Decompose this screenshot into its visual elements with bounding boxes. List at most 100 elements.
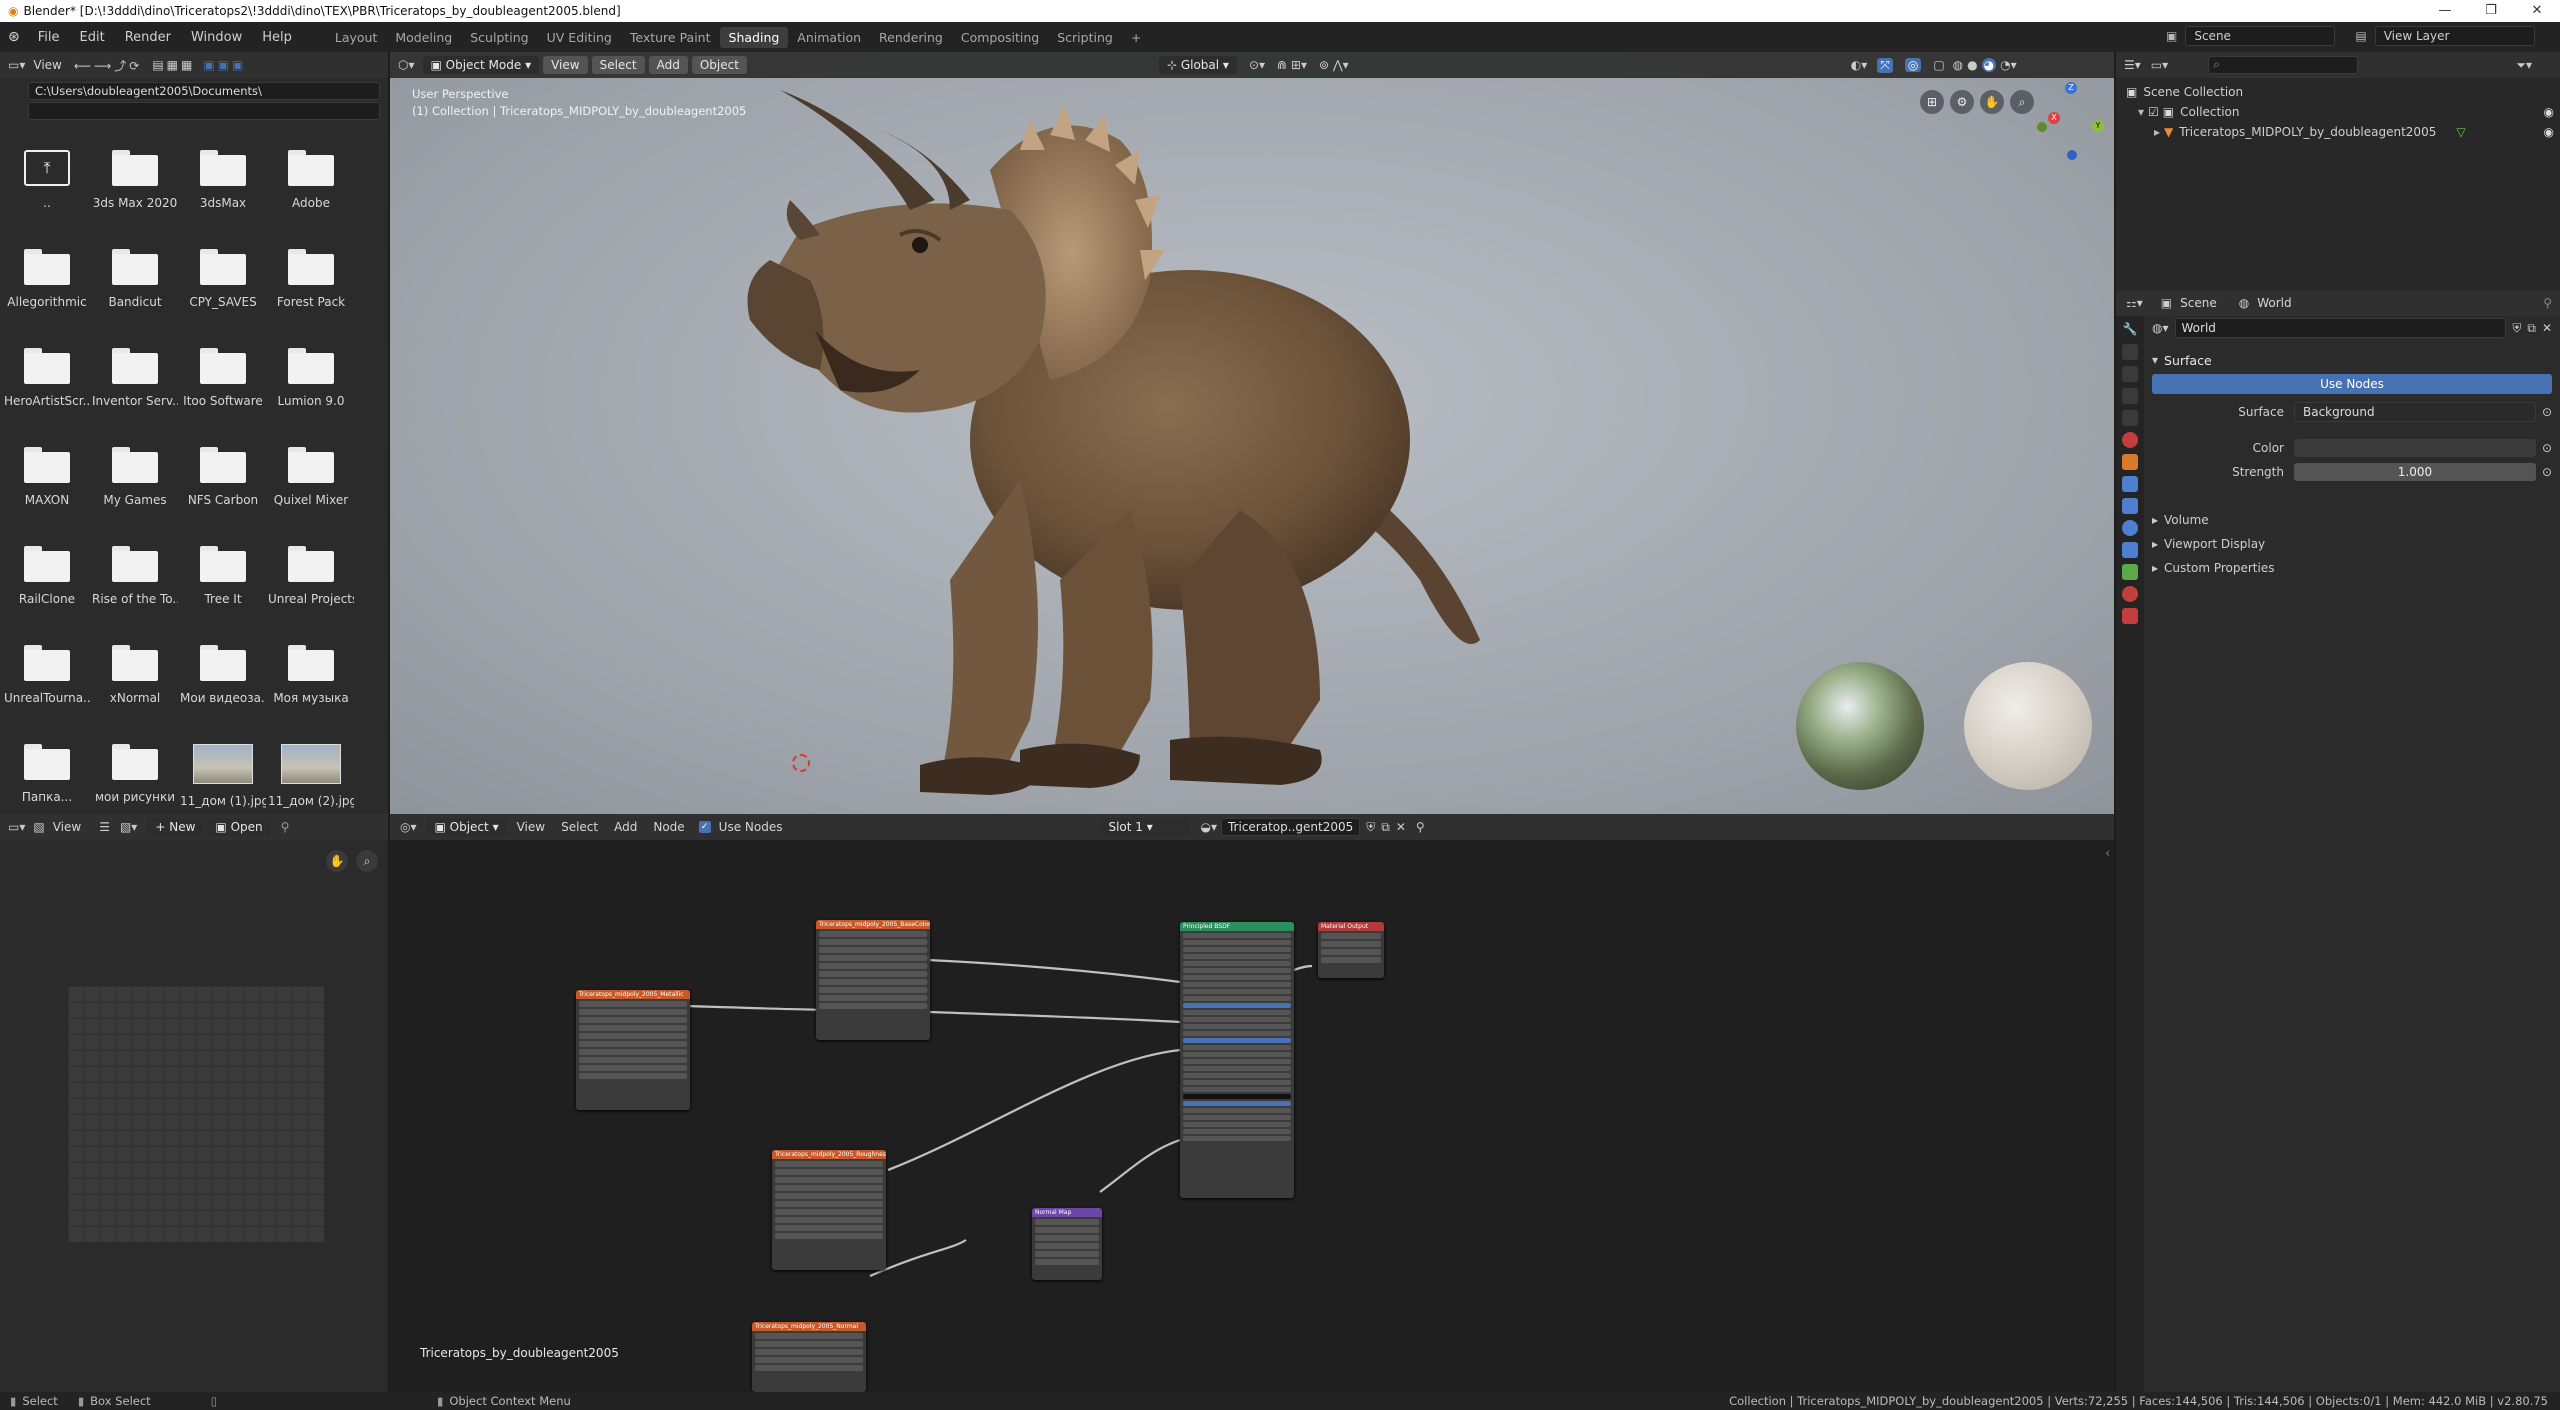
menu-edit[interactable]: Edit — [70, 30, 115, 45]
shader-type-select[interactable]: ▣ Object ▾ — [426, 818, 507, 836]
tab-uv-editing[interactable]: UV Editing — [538, 27, 621, 48]
file-item[interactable]: Adobe — [268, 142, 354, 234]
tab-layout[interactable]: Layout — [326, 27, 387, 48]
node-socket-row[interactable] — [1183, 961, 1291, 966]
custom-properties-panel[interactable]: ▸ Custom Properties — [2152, 556, 2552, 580]
menu-lines-icon[interactable]: ☰ — [99, 820, 110, 834]
visibility-eye-icon[interactable]: ◉ — [2544, 122, 2554, 142]
close-button[interactable]: ✕ — [2514, 0, 2560, 22]
material-name-field[interactable]: Triceratop..gent2005 — [1220, 818, 1361, 836]
tab-shading[interactable]: Shading — [719, 26, 789, 48]
maximize-button[interactable]: ❐ — [2468, 0, 2514, 22]
node-socket-row[interactable] — [1183, 975, 1291, 980]
shading-wire-icon[interactable]: ◍ — [1953, 58, 1963, 72]
normal-map-node[interactable]: Normal Map — [1032, 1208, 1102, 1280]
tab-animation[interactable]: Animation — [788, 27, 870, 48]
file-item[interactable]: 3ds Max 2020 — [92, 142, 178, 234]
node-socket-row[interactable] — [1183, 1059, 1291, 1064]
node-add-menu[interactable]: Add — [606, 818, 645, 836]
node-socket-row[interactable] — [1183, 933, 1291, 938]
tab-sculpting[interactable]: Sculpting — [461, 27, 537, 48]
node-socket-row[interactable] — [1183, 1045, 1291, 1050]
file-item[interactable]: Itoo Software — [180, 340, 266, 432]
modifier-tab-icon[interactable] — [2122, 476, 2138, 492]
minimize-button[interactable]: — — [2422, 0, 2468, 22]
node-socket-row[interactable] — [1183, 1108, 1291, 1113]
file-item[interactable]: Forest Pack — [268, 241, 354, 333]
zoom-tool-icon[interactable]: ⌕ — [356, 850, 378, 872]
snap-icon[interactable]: ⋒ ⊞▾ — [1277, 58, 1307, 72]
xray-icon[interactable]: ▢ — [1933, 58, 1944, 72]
file-item[interactable]: мои рисунки — [92, 736, 178, 814]
node-socket-row[interactable] — [1183, 1038, 1291, 1043]
duplicate-icon[interactable]: ⧉ — [2527, 321, 2536, 336]
image-mode-icon[interactable]: ▧ — [33, 820, 44, 834]
editor-type-icon[interactable]: ▭▾ — [8, 820, 25, 834]
matcap-preview-sphere[interactable] — [1964, 662, 2092, 790]
node-select-menu[interactable]: Select — [553, 818, 606, 836]
file-item[interactable]: Моя музыка — [268, 637, 354, 729]
visibility-eye-icon[interactable]: ◉ — [2544, 102, 2554, 122]
add-workspace-button[interactable]: + — [1122, 27, 1150, 48]
viewport-3d[interactable]: ⬡▾ ▣ Object Mode ▾ View Select Add Objec… — [390, 52, 2114, 814]
object-tab-icon[interactable] — [2122, 454, 2138, 470]
new-image-button[interactable]: + New — [147, 818, 204, 836]
file-item[interactable]: HeroArtistScr... — [4, 340, 90, 432]
navigation-gizmo[interactable]: Z Y X — [2030, 82, 2110, 162]
node-socket-row[interactable] — [1183, 1073, 1291, 1078]
use-nodes-button[interactable]: Use Nodes — [2152, 374, 2552, 394]
filter-icon[interactable]: ▣▣▣ — [203, 58, 246, 72]
viewport-select-menu[interactable]: Select — [591, 56, 645, 74]
expand-icon[interactable]: ▸ — [2154, 122, 2160, 142]
display-mode-icon[interactable]: ▭▾ — [2151, 58, 2168, 72]
viewport-view-menu[interactable]: View — [543, 56, 588, 74]
file-item[interactable]: Quixel Mixer — [268, 439, 354, 531]
node-socket-row[interactable] — [1183, 996, 1291, 1001]
gizmo-toggle-icon[interactable]: ⤧ — [1877, 57, 1893, 73]
triceratops-model[interactable] — [720, 80, 1540, 800]
link-icon[interactable]: ⊙ — [2542, 405, 2552, 419]
sidebar-toggle-icon[interactable]: ‹ — [2105, 846, 2110, 860]
fake-user-icon[interactable]: ⛨ — [1366, 820, 1375, 835]
overlay-toggle-icon[interactable]: ◎ — [1904, 58, 1922, 72]
file-item[interactable]: xNormal — [92, 637, 178, 729]
node-socket-row[interactable] — [1183, 1052, 1291, 1057]
editor-type-icon[interactable]: ⚏▾ — [2126, 296, 2143, 310]
gizmo-y-handle[interactable]: Y — [2092, 120, 2104, 132]
editor-type-icon[interactable]: ☰▾ — [2124, 58, 2141, 72]
node-socket-row[interactable] — [1183, 1010, 1291, 1015]
tab-texture-paint[interactable]: Texture Paint — [621, 27, 720, 48]
outliner-row-scene-collection[interactable]: ▣ Scene Collection — [2126, 82, 2560, 102]
node-socket-row[interactable] — [1183, 1017, 1291, 1022]
node-socket-row[interactable] — [1183, 1003, 1291, 1008]
breadcrumb-scene[interactable]: Scene — [2172, 294, 2225, 312]
file-item[interactable]: RailClone — [4, 538, 90, 630]
surface-panel[interactable]: ▾ Surface Use Nodes Surface Background ⊙… — [2152, 348, 2552, 484]
3d-cursor[interactable] — [792, 754, 810, 772]
checkbox-icon[interactable]: ☑ — [2148, 102, 2159, 122]
output-tab-icon[interactable] — [2122, 366, 2138, 382]
path-field[interactable]: C:\Users\doubleagent2005\Documents\ — [28, 82, 380, 100]
world-name-field[interactable]: World — [2174, 318, 2507, 338]
camera-view-icon[interactable]: ⚙ — [1950, 90, 1974, 114]
node-socket-row[interactable] — [1183, 989, 1291, 994]
link-icon[interactable]: ⊙ — [2542, 465, 2552, 479]
file-item[interactable]: Bandicut — [92, 241, 178, 333]
viewport-display-panel[interactable]: ▸ Viewport Display — [2152, 532, 2552, 556]
zoom-view-icon[interactable]: ⌕ — [2010, 90, 2034, 114]
node-editor-area[interactable]: ◎▾ ▣ Object ▾ View Select Add Node ✓ Use… — [390, 814, 2114, 1392]
tab-rendering[interactable]: Rendering — [870, 27, 952, 48]
menu-render[interactable]: Render — [115, 30, 181, 45]
gizmo-x-handle[interactable]: X — [2048, 112, 2060, 124]
file-item[interactable]: 11_дом (2).jpg — [268, 736, 354, 814]
pivot-icon[interactable]: ⊙▾ — [1249, 58, 1265, 72]
node-socket-row[interactable] — [1183, 954, 1291, 959]
file-item[interactable]: 11_дом (1).jpg — [180, 736, 266, 814]
breadcrumb-world[interactable]: World — [2249, 294, 2299, 312]
slot-select[interactable]: Slot 1 ▾ — [1100, 818, 1191, 836]
file-item[interactable]: Inventor Serv... — [92, 340, 178, 432]
editor-type-icon[interactable]: ⬡▾ — [398, 58, 415, 72]
grid-view-icon[interactable]: ⊞ — [1920, 90, 1944, 114]
render-tab-icon[interactable] — [2122, 344, 2138, 360]
menu-file[interactable]: File — [28, 30, 70, 45]
